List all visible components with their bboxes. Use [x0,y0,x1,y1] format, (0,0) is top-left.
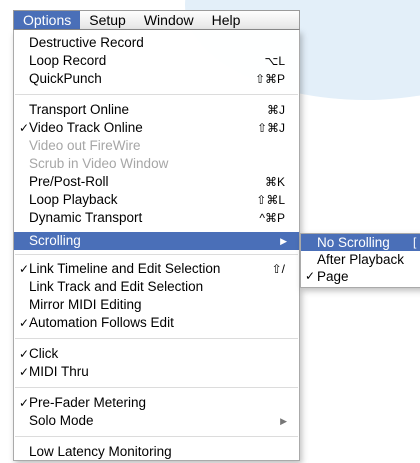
menu-separator [15,254,298,255]
triangle-right-icon: ▶ [280,236,287,246]
menu-item-shortcut: ⇧⌘L [256,193,285,207]
menu-item-shortcut: ⇧/ [271,262,285,276]
menu-item-label: Video out FireWire [29,138,141,153]
menu-item-label: Low Latency Monitoring [29,444,172,459]
menubar-help[interactable]: Help [203,11,250,29]
triangle-right-icon: ▶ [280,416,287,426]
menu-item-automation-follows-edit[interactable]: ✓ Automation Follows Edit [14,314,299,332]
menu-item-transport-online[interactable]: Transport Online ⌘J [14,101,299,119]
checkmark-icon: ✓ [19,396,30,410]
submenu-item-page[interactable]: ✓ Page [301,268,420,285]
checkmark-icon: ✓ [305,269,316,283]
menu-item-label: Link Timeline and Edit Selection [29,261,221,276]
menu-item-shortcut: ^⌘P [259,211,285,225]
menu-item-link-timeline-edit-selection[interactable]: ✓ Link Timeline and Edit Selection ⇧/ [14,260,299,278]
menu-item-label: Dynamic Transport [29,210,143,225]
submenu-item-no-scrolling[interactable]: No Scrolling [ [301,234,420,251]
checkmark-icon: ✓ [19,262,30,276]
submenu-item-label: No Scrolling [317,235,390,250]
menu-item-quickpunch[interactable]: QuickPunch ⇧⌘P [14,70,299,88]
menu-item-label: Transport Online [29,102,130,117]
scrolling-submenu: No Scrolling [ After Playback ✓ Page [300,233,420,288]
menu-item-loop-playback[interactable]: Loop Playback ⇧⌘L [14,191,299,209]
menu-item-dynamic-transport[interactable]: Dynamic Transport ^⌘P [14,209,299,227]
menubar-window[interactable]: Window [135,11,203,29]
screen: Options Setup Window Help Destructive Re… [0,0,420,463]
menu-item-loop-record[interactable]: Loop Record ⌥L [14,52,299,70]
shortcut-fragment: [ [413,235,417,249]
menu-item-shortcut: ⌘J [267,103,285,117]
menu-item-shortcut: ⌥L [264,54,285,68]
menu-item-label: Video Track Online [29,120,143,135]
submenu-item-label: After Playback [317,252,405,267]
menu-separator [15,94,298,95]
menu-item-link-track-edit-selection[interactable]: Link Track and Edit Selection [14,278,299,296]
menu-item-label: Pre-Fader Metering [29,395,147,410]
menu-separator [15,436,298,437]
menu-item-scrub-in-video-window: Scrub in Video Window [14,155,299,173]
menubar: Options Setup Window Help [13,10,300,30]
menu-item-shortcut: ⇧⌘P [254,72,285,86]
menu-item-low-latency-monitoring[interactable]: Low Latency Monitoring [14,443,299,461]
menu-item-shortcut: ⇧⌘J [256,121,285,135]
menu-item-label: Pre/Post-Roll [29,174,109,189]
menu-item-pre-post-roll[interactable]: Pre/Post-Roll ⌘K [14,173,299,191]
menu-item-label: Destructive Record [29,35,144,50]
menu-item-label: QuickPunch [29,71,102,86]
menu-item-shortcut: ⌘K [264,175,285,189]
menu-item-video-out-firewire: Video out FireWire [14,137,299,155]
menu-item-label: Scrub in Video Window [29,156,169,171]
menu-item-destructive-record[interactable]: Destructive Record [14,34,299,52]
submenu-item-label: Page [317,269,349,284]
options-menu: Destructive Record Loop Record ⌥L QuickP… [13,30,300,461]
menu-item-label: Click [29,346,59,361]
menu-separator [15,387,298,388]
menu-item-label: Link Track and Edit Selection [29,279,204,294]
checkmark-icon: ✓ [19,347,30,361]
menu-item-label: Mirror MIDI Editing [29,297,142,312]
menu-item-label: Loop Playback [29,192,118,207]
menu-item-mirror-midi-editing[interactable]: Mirror MIDI Editing [14,296,299,314]
menu-item-click[interactable]: ✓ Click [14,345,299,363]
menu-item-scrolling[interactable]: Scrolling ▶ [14,232,299,250]
checkmark-icon: ✓ [19,121,30,135]
menu-item-label: Loop Record [29,53,107,68]
checkmark-icon: ✓ [19,316,30,330]
menu-item-label: Automation Follows Edit [29,315,174,330]
menu-separator [15,338,298,339]
submenu-item-after-playback[interactable]: After Playback [301,251,420,268]
menubar-setup[interactable]: Setup [80,11,135,29]
menu-item-label: Solo Mode [29,413,94,428]
menu-item-midi-thru[interactable]: ✓ MIDI Thru [14,363,299,381]
menu-item-solo-mode[interactable]: Solo Mode ▶ [14,412,299,430]
menubar-options[interactable]: Options [14,11,81,29]
menu-item-video-track-online[interactable]: ✓ Video Track Online ⇧⌘J [14,119,299,137]
menu-item-label: MIDI Thru [29,364,89,379]
menu-item-pre-fader-metering[interactable]: ✓ Pre-Fader Metering [14,394,299,412]
menu-item-label: Scrolling [29,233,81,248]
checkmark-icon: ✓ [19,365,30,379]
